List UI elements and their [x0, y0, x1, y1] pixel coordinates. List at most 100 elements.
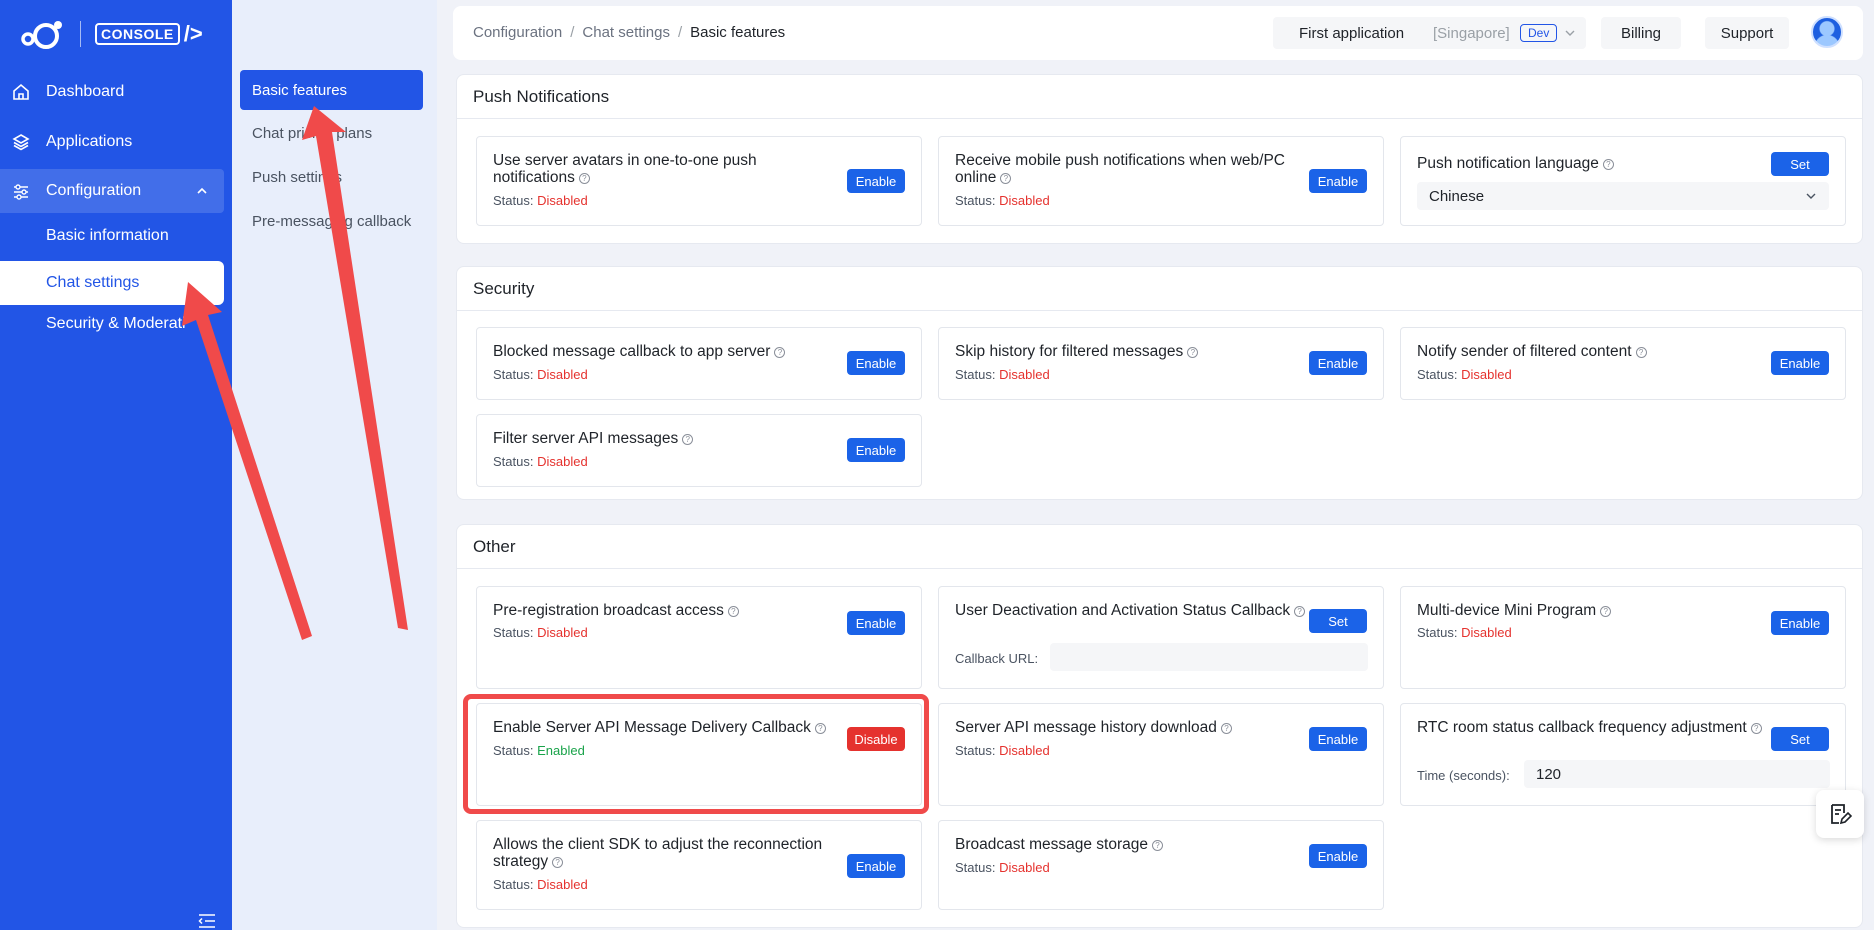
setting-status: Status: Disabled: [493, 625, 588, 640]
application-region: [Singapore]: [1433, 25, 1510, 42]
feedback-button[interactable]: [1816, 790, 1864, 838]
enable-button[interactable]: Enable: [847, 351, 905, 375]
avatar[interactable]: [1811, 16, 1843, 48]
setting-title: Broadcast message storage?: [955, 836, 1163, 853]
push-notifications-section: Push Notifications Use server avatars in…: [456, 74, 1863, 244]
setting-title: Receive mobile push notifications when w…: [955, 152, 1285, 186]
setting-card: Notify sender of filtered content? Statu…: [1400, 327, 1846, 400]
setting-card: Push notification language? Set Chinese: [1400, 136, 1846, 226]
setting-card: Multi-device Mini Program? Status: Disab…: [1400, 586, 1846, 689]
setting-title: Notify sender of filtered content?: [1417, 343, 1647, 360]
setting-status: Status: Disabled: [1417, 367, 1512, 382]
enable-button[interactable]: Enable: [1309, 351, 1367, 375]
setting-card: User Deactivation and Activation Status …: [938, 586, 1384, 689]
settings-subnav: Basic features Chat pricing plans Push s…: [232, 0, 437, 930]
help-icon[interactable]: ?: [1294, 606, 1306, 617]
push-language-select[interactable]: Chinese: [1417, 182, 1829, 210]
setting-card: Filter server API messages? Status: Disa…: [476, 414, 922, 487]
setting-card: Use server avatars in one-to-one push no…: [476, 136, 922, 226]
section-title: Push Notifications: [473, 87, 610, 106]
sidebar-subitem-label: Security & Moderati: [46, 315, 186, 332]
sidebar-subitem-security-moderation[interactable]: Security & Moderati: [0, 302, 232, 346]
setting-title: Allows the client SDK to adjust the reco…: [493, 836, 823, 870]
breadcrumb-item[interactable]: Chat settings: [582, 24, 670, 41]
setting-card: RTC room status callback frequency adjus…: [1400, 703, 1846, 806]
help-icon[interactable]: ?: [1000, 173, 1012, 184]
collapse-sidebar-icon[interactable]: [198, 914, 216, 928]
setting-card: Allows the client SDK to adjust the reco…: [476, 820, 922, 910]
breadcrumb-item[interactable]: Configuration: [473, 24, 562, 41]
set-button[interactable]: Set: [1771, 152, 1829, 176]
setting-title: Push notification language?: [1417, 155, 1614, 172]
chevron-down-icon: [1806, 193, 1816, 199]
setting-title: Blocked message callback to app server?: [493, 343, 786, 360]
top-bar: Configuration / Chat settings / Basic featur…: [453, 6, 1863, 60]
subnav-item-push-settings[interactable]: Push settings: [240, 157, 423, 197]
setting-title: Multi-device Mini Program?: [1417, 602, 1612, 619]
sidebar-item-label: Configuration: [46, 182, 142, 199]
set-button[interactable]: Set: [1771, 727, 1829, 751]
subnav-item-label: Pre-messaging callback: [252, 212, 412, 230]
chevron-up-icon: [197, 187, 207, 194]
time-seconds-label: Time (seconds):: [1417, 768, 1510, 783]
help-icon[interactable]: ?: [1602, 159, 1614, 170]
enable-button[interactable]: Enable: [847, 169, 905, 193]
callback-url-input[interactable]: [1050, 643, 1368, 671]
setting-card: Skip history for filtered messages? Stat…: [938, 327, 1384, 400]
support-button[interactable]: Support: [1705, 17, 1789, 49]
help-icon[interactable]: ?: [1750, 723, 1762, 734]
application-selector[interactable]: First application [Singapore] Dev: [1273, 17, 1586, 49]
section-title: Security: [473, 279, 535, 298]
enable-button[interactable]: Enable: [1309, 727, 1367, 751]
subnav-item-basic-features[interactable]: Basic features: [240, 70, 423, 110]
billing-button[interactable]: Billing: [1601, 17, 1681, 49]
help-icon[interactable]: ?: [774, 347, 786, 358]
sidebar-item-dashboard[interactable]: Dashboard: [0, 69, 232, 115]
home-icon: [13, 83, 29, 100]
help-icon[interactable]: ?: [1635, 347, 1647, 358]
help-icon[interactable]: ?: [578, 173, 590, 184]
enable-button[interactable]: Enable: [1309, 169, 1367, 193]
enable-button[interactable]: Enable: [847, 611, 905, 635]
enable-button[interactable]: Enable: [1771, 611, 1829, 635]
setting-card: Blocked message callback to app server? …: [476, 327, 922, 400]
subnav-item-pre-messaging-callback[interactable]: Pre-messaging callback: [240, 201, 423, 241]
sidebar-item-label: Dashboard: [46, 83, 125, 100]
push-language-value: Chinese: [1429, 188, 1485, 205]
help-icon[interactable]: ?: [1600, 606, 1612, 617]
setting-title: User Deactivation and Activation Status …: [955, 602, 1315, 619]
logo-slash-text: />: [183, 21, 203, 46]
setting-title: Pre-registration broadcast access?: [493, 602, 739, 619]
help-icon[interactable]: ?: [1220, 723, 1232, 734]
help-icon[interactable]: ?: [1152, 840, 1163, 851]
chevron-down-icon: [1565, 30, 1575, 36]
help-icon[interactable]: ?: [552, 857, 564, 868]
sidebar-item-configuration[interactable]: Configuration: [0, 169, 224, 213]
enable-button[interactable]: Enable: [847, 438, 905, 462]
set-button[interactable]: Set: [1309, 609, 1367, 633]
section-title: Other: [473, 537, 516, 556]
help-icon[interactable]: ?: [682, 434, 694, 445]
logo[interactable]: CONSOLE />: [20, 16, 203, 52]
setting-title: Skip history for filtered messages?: [955, 343, 1199, 360]
logo-console-text: CONSOLE: [95, 23, 180, 45]
time-seconds-input[interactable]: 120: [1524, 760, 1830, 788]
breadcrumb-current: Basic features: [690, 24, 786, 41]
help-icon[interactable]: ?: [1187, 347, 1199, 358]
subnav-item-label: Chat pricing plans: [252, 124, 373, 142]
subnav-item-chat-pricing-plans[interactable]: Chat pricing plans: [240, 113, 423, 153]
setting-status: Status: Disabled: [493, 877, 588, 892]
setting-title: Use server avatars in one-to-one push no…: [493, 152, 757, 186]
highlight-box: [463, 694, 929, 814]
sidebar-subitem-label: Chat settings: [46, 274, 140, 291]
setting-status: Status: Disabled: [955, 193, 1050, 208]
setting-status: Status: Disabled: [493, 193, 588, 208]
sidebar-subitem-chat-settings[interactable]: Chat settings: [0, 261, 224, 305]
sidebar-item-applications[interactable]: Applications: [0, 119, 232, 165]
help-icon[interactable]: ?: [727, 606, 739, 617]
enable-button[interactable]: Enable: [1309, 844, 1367, 868]
enable-button[interactable]: Enable: [1771, 351, 1829, 375]
sidebar-subitem-basic-information[interactable]: Basic information: [0, 214, 224, 258]
enable-button[interactable]: Enable: [847, 854, 905, 878]
setting-status: Status: Disabled: [955, 367, 1050, 382]
